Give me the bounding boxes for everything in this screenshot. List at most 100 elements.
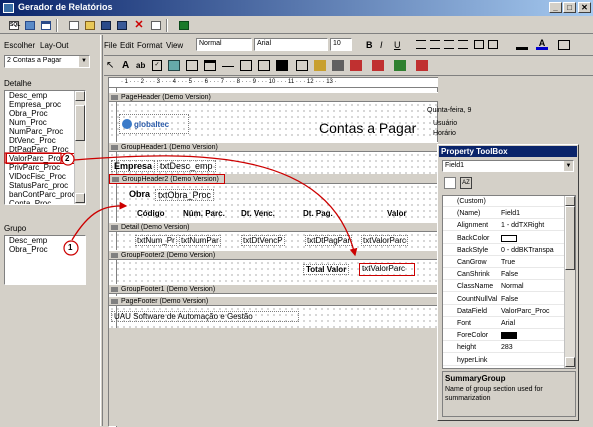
report-title[interactable]: Contas a Pagar [319,120,416,136]
menu-view[interactable]: View [166,41,183,50]
pointer-icon[interactable]: ↖ [106,60,114,71]
grid-icon[interactable] [38,18,52,31]
band-detail[interactable]: Detail (Demo Version) [109,222,438,232]
border-icon[interactable] [558,40,570,50]
band-page-header[interactable]: PageHeader (Demo Version) [109,92,438,102]
delete-icon[interactable]: ✕ [131,18,145,31]
property-value[interactable]: False [501,294,565,305]
property-value[interactable]: Field1 [501,208,565,219]
list-item[interactable]: Obra_Proc [7,245,85,254]
frame-tool-icon[interactable] [204,60,216,71]
detail-field-num[interactable]: txtNum_Pr [135,235,177,246]
property-grid[interactable]: (Custom) (Name) Field1 Alignment 1 - ddTXRig… [442,195,576,369]
bold-button[interactable]: B [366,40,373,50]
property-row[interactable]: (Name) Field1 [443,208,565,220]
align-center-icon[interactable] [430,40,440,49]
property-value[interactable]: 1 - ddTXRight [501,220,565,231]
property-row[interactable]: (Custom) [443,196,565,207]
property-value[interactable]: Normal [501,281,565,292]
property-row[interactable]: ForeColor [443,330,565,342]
sql-icon[interactable]: SQL [6,18,20,31]
new-icon[interactable] [66,18,80,31]
bullets-icon[interactable] [474,40,484,49]
align-right-icon[interactable] [444,40,454,49]
band-group-header2[interactable]: GroupHeader2 (Demo Version) [109,174,225,184]
header-user[interactable]: Usuário [433,120,457,127]
object-select[interactable]: Field1 ▼ [442,160,574,172]
obra-label[interactable]: Obra [129,189,150,199]
detail-field-dtpag[interactable]: txtDtPagPar [305,235,353,246]
scroll-down-button[interactable] [565,357,575,367]
table-icon[interactable] [22,18,36,31]
numbering-icon[interactable] [488,40,498,49]
alphabetical-icon[interactable]: AZ [460,177,472,189]
property-row[interactable]: hyperLink [443,355,565,366]
menu-edit[interactable]: Edit [120,41,134,50]
property-row[interactable]: ClassName Normal [443,281,565,293]
layout-menu[interactable]: Lay-Out [40,41,68,50]
tool-red-icon[interactable] [350,60,362,71]
chevron-down-icon[interactable]: ▼ [564,161,573,171]
layout-select[interactable]: 2 Contas a Pagar ▼ [4,55,90,68]
scroll-thumb[interactable] [75,105,85,141]
empresa-field[interactable]: txtDesc_emp [157,160,216,172]
property-value[interactable]: 283 [501,342,565,353]
detalhe-scrollbar[interactable] [74,91,85,204]
property-value[interactable]: True [501,257,565,268]
property-value[interactable]: 0 - ddBKTranspa [501,245,565,256]
tool-red-icon-2[interactable] [372,60,384,71]
property-row[interactable]: BackStyle 0 - ddBKTranspa [443,245,565,256]
open-folder-icon[interactable] [82,18,96,31]
detail-field-valor[interactable]: txtValorParc [361,235,408,246]
categorized-icon[interactable] [444,177,456,189]
close-button[interactable]: ✕ [578,2,591,13]
property-value[interactable]: ValorParc_Proc [501,306,565,317]
tool-red-icon-3[interactable] [416,60,428,71]
column-valor[interactable]: Valor [387,209,407,218]
detail-field-numparc[interactable]: txtNumPar [179,235,221,246]
column-dt-venc[interactable]: Dt. Venc. [241,209,275,218]
excel-icon[interactable] [176,18,190,31]
total-field[interactable]: txtValorParc [359,263,415,276]
property-row[interactable]: CountNullVal False [443,294,565,305]
rectangle-tool-icon[interactable] [240,60,252,71]
label-tool-icon[interactable]: A [122,60,129,71]
header-date[interactable]: Quinta-feira, 9 [427,107,471,114]
band-page-footer[interactable]: PageFooter (Demo Version) [109,296,438,306]
column-codigo[interactable]: Código [137,209,165,218]
pagebreak-tool-icon[interactable] [296,60,308,71]
minimize-button[interactable]: _ [549,2,562,13]
maximize-button[interactable]: □ [563,2,576,13]
property-row[interactable]: CanShrink False [443,269,565,281]
property-row[interactable]: BackColor [443,233,565,244]
fill-color-icon[interactable] [516,40,528,50]
ole-tool-icon[interactable] [314,60,326,71]
property-value[interactable]: Arial [501,318,565,329]
textbox-tool-icon[interactable]: ab [136,61,145,70]
font-color-icon[interactable]: A [536,39,548,50]
report-designer[interactable]: · 1 · · · 2 · · · 3 · · · 4 · · · 5 · · … [108,77,471,427]
header-time[interactable]: Horário [433,130,456,137]
save-icon[interactable] [98,18,112,31]
property-row[interactable]: height 283 [443,342,565,354]
size-select[interactable]: 10 [330,38,352,51]
rich-text-tool-icon[interactable] [258,60,270,71]
color-swatch[interactable] [501,332,517,340]
column-num-parc[interactable]: Núm. Parc. [183,209,225,218]
property-scrollbar[interactable] [564,196,575,368]
property-row[interactable]: Font Arial [443,318,565,329]
checkbox-tool-icon[interactable]: ✓ [152,60,162,71]
property-row[interactable]: Alignment 1 - ddTXRight [443,220,565,232]
preview-icon[interactable] [148,18,162,31]
scroll-up-button[interactable] [75,91,85,101]
style-select[interactable]: Normal [196,38,252,51]
total-label[interactable]: Total Valor [303,264,350,275]
chevron-down-icon[interactable]: ▼ [79,56,89,67]
obra-field[interactable]: txtObra_Proc [155,189,215,201]
property-row[interactable]: DataField ValorParc_Proc [443,306,565,317]
footer-text[interactable]: UAU Software de Automação e Gestão [111,311,299,322]
grupo-listbox[interactable]: Desc_emp Obra_Proc [4,235,86,285]
italic-button[interactable]: I [380,40,383,50]
menu-format[interactable]: Format [137,41,162,50]
image-tool-icon[interactable] [168,60,180,71]
